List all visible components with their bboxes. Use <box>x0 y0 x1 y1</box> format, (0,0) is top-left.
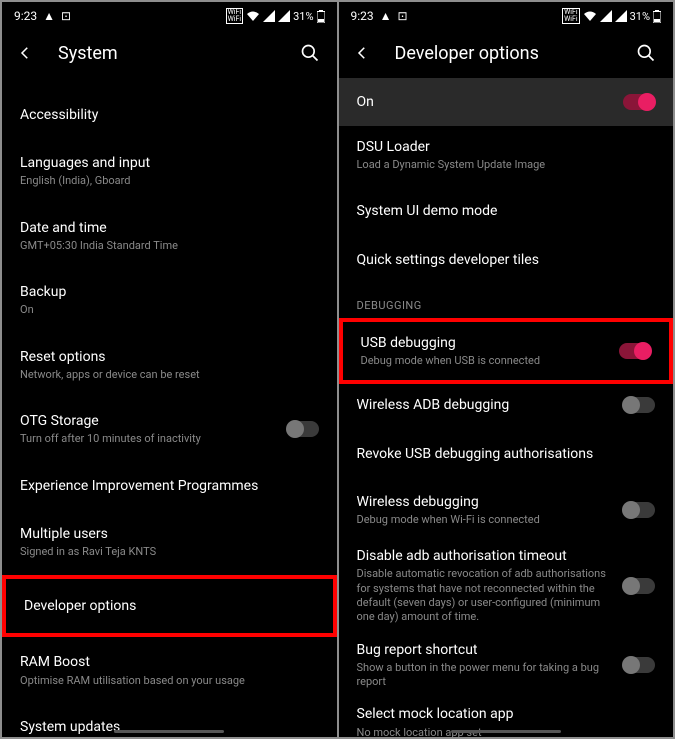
battery-percent: 31% <box>630 10 650 23</box>
notification-icon: ▲ <box>380 9 392 23</box>
settings-item-users[interactable]: Multiple users Signed in as Ravi Teja KN… <box>2 513 337 571</box>
signal-icon <box>278 10 290 22</box>
section-header-debugging: DEBUGGING <box>339 281 674 318</box>
usb-debugging-toggle[interactable] <box>619 343 651 359</box>
status-bar: 9:23 ▲ ⊡ WiFiWiFi 31% <box>339 2 674 28</box>
battery-percent: 31% <box>293 10 313 23</box>
settings-item-reset[interactable]: Reset options Network, apps or device ca… <box>2 336 337 394</box>
signal-icon <box>615 10 627 22</box>
signal-icon <box>263 10 275 22</box>
settings-item-dsu-loader[interactable]: DSU Loader Load a Dynamic System Update … <box>339 126 674 184</box>
settings-item-accessibility[interactable]: Accessibility <box>2 94 337 136</box>
nav-indicator[interactable] <box>451 730 561 733</box>
settings-item-developer-options[interactable]: Developer options <box>2 575 337 637</box>
settings-item-languages[interactable]: Languages and input English (India), Gbo… <box>2 142 337 200</box>
status-time: 9:23 <box>351 9 374 23</box>
header: System <box>2 28 337 78</box>
nav-indicator[interactable] <box>114 730 224 733</box>
settings-item-bug-report[interactable]: Bug report shortcut Show a button in the… <box>339 633 674 698</box>
bug-report-toggle[interactable] <box>623 657 655 673</box>
notification-icon: ⊡ <box>61 9 71 23</box>
settings-item-wireless-debugging[interactable]: Wireless debugging Debug mode when Wi-Fi… <box>339 481 674 539</box>
signal-icon <box>600 10 612 22</box>
developer-options-screen: 9:23 ▲ ⊡ WiFiWiFi 31% Developer options <box>339 2 674 737</box>
search-icon[interactable] <box>299 42 321 64</box>
developer-options-master-toggle[interactable]: On <box>339 78 674 126</box>
settings-item-system-ui-demo[interactable]: System UI demo mode <box>339 190 674 232</box>
settings-item-ram-boost[interactable]: RAM Boost Optimise RAM utilisation based… <box>2 641 337 699</box>
settings-item-experience[interactable]: Experience Improvement Programmes <box>2 465 337 507</box>
back-icon[interactable] <box>14 42 36 64</box>
settings-item-wireless-adb[interactable]: Wireless ADB debugging <box>339 384 674 426</box>
master-toggle[interactable] <box>623 94 655 110</box>
wifi-icon <box>246 10 260 22</box>
status-bar: 9:23 ▲ ⊡ WiFiWiFi 31% <box>2 2 337 28</box>
wifi-band-icon: WiFiWiFi <box>226 8 243 24</box>
settings-item-backup[interactable]: Backup On <box>2 271 337 329</box>
wifi-band-icon: WiFiWiFi <box>562 8 579 24</box>
wifi-icon <box>583 10 597 22</box>
status-time: 9:23 <box>14 9 37 23</box>
settings-item-usb-debugging[interactable]: USB debugging Debug mode when USB is con… <box>339 318 674 384</box>
otg-toggle[interactable] <box>287 421 319 437</box>
system-settings-screen: 9:23 ▲ ⊡ WiFiWiFi 31% System <box>2 2 337 737</box>
settings-item-revoke-usb[interactable]: Revoke USB debugging authorisations <box>339 433 674 475</box>
settings-item-datetime[interactable]: Date and time GMT+05:30 India Standard T… <box>2 207 337 265</box>
settings-item-otg[interactable]: OTG Storage Turn off after 10 minutes of… <box>2 400 337 458</box>
header: Developer options <box>339 28 674 78</box>
battery-icon <box>653 10 661 23</box>
wireless-adb-toggle[interactable] <box>623 397 655 413</box>
wireless-debugging-toggle[interactable] <box>623 502 655 518</box>
notification-icon: ▲ <box>43 9 55 23</box>
settings-item-disable-adb-timeout[interactable]: Disable adb authorisation timeout Disabl… <box>339 539 674 632</box>
page-title: System <box>58 43 277 64</box>
notification-icon: ⊡ <box>398 9 408 23</box>
settings-item-quick-tiles[interactable]: Quick settings developer tiles <box>339 239 674 281</box>
battery-icon <box>317 10 325 23</box>
disable-adb-timeout-toggle[interactable] <box>623 578 655 594</box>
page-title: Developer options <box>395 43 614 64</box>
search-icon[interactable] <box>635 42 657 64</box>
back-icon[interactable] <box>351 42 373 64</box>
